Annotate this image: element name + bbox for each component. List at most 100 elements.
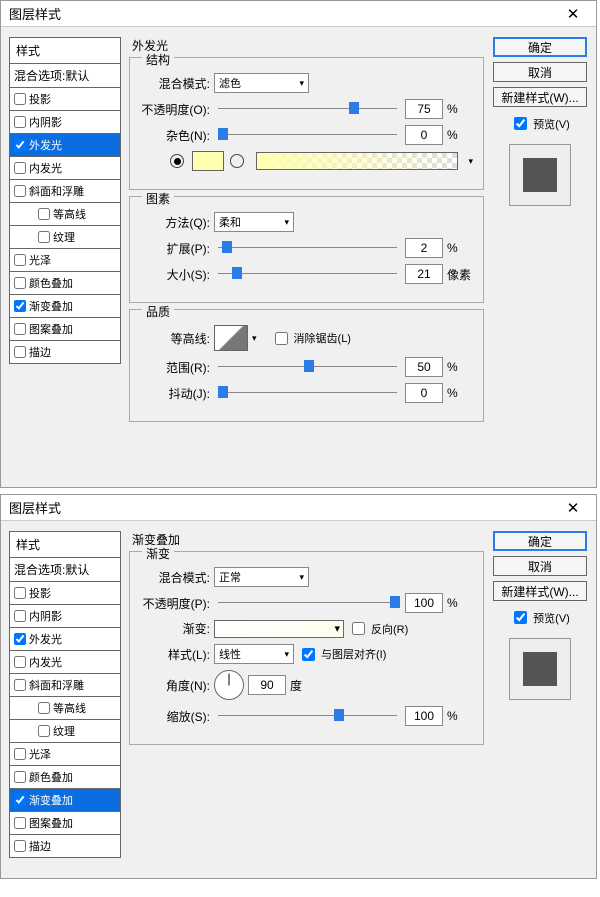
style-item-gradient-overlay[interactable]: 渐变叠加: [9, 295, 121, 318]
style-item-satin[interactable]: 光泽: [9, 249, 121, 272]
align-layer-checkbox[interactable]: 与图层对齐(I): [298, 645, 386, 664]
size-slider[interactable]: [218, 267, 397, 281]
checkbox[interactable]: [14, 679, 26, 691]
blend-options-default[interactable]: 混合选项:默认: [9, 558, 121, 582]
style-item-drop-shadow[interactable]: 投影: [9, 582, 121, 605]
style-item-pattern-overlay[interactable]: 图案叠加: [9, 318, 121, 341]
close-icon[interactable]: ✕: [558, 3, 588, 25]
blend-options-default[interactable]: 混合选项:默认: [9, 64, 121, 88]
checkbox[interactable]: [14, 771, 26, 783]
style-item-color-overlay[interactable]: 颜色叠加: [9, 766, 121, 789]
style-item-texture[interactable]: 纹理: [9, 226, 121, 249]
checkbox[interactable]: [14, 840, 26, 852]
checkbox[interactable]: [14, 93, 26, 105]
new-style-button[interactable]: 新建样式(W)...: [493, 87, 587, 107]
preview-thumbnail: [509, 638, 571, 700]
style-item-contour[interactable]: 等高线: [9, 697, 121, 720]
checkbox[interactable]: [14, 323, 26, 335]
noise-input[interactable]: 0: [405, 125, 443, 145]
checkbox[interactable]: [14, 748, 26, 760]
checkbox[interactable]: [14, 254, 26, 266]
gradient-preview[interactable]: [256, 152, 458, 170]
ok-button[interactable]: 确定: [493, 531, 587, 551]
range-input[interactable]: 50: [405, 357, 443, 377]
checkbox[interactable]: [14, 300, 26, 312]
blend-mode-select[interactable]: 正常▾: [214, 567, 309, 587]
style-item-stroke[interactable]: 描边: [9, 341, 121, 364]
style-item-contour[interactable]: 等高线: [9, 203, 121, 226]
style-item-texture[interactable]: 纹理: [9, 720, 121, 743]
solid-color-radio[interactable]: [170, 154, 184, 168]
style-item-bevel[interactable]: 斜面和浮雕: [9, 180, 121, 203]
checkbox[interactable]: [14, 116, 26, 128]
size-input[interactable]: 21: [405, 264, 443, 284]
preview-checkbox[interactable]: 预览(V): [510, 608, 570, 627]
opacity-input[interactable]: 100: [405, 593, 443, 613]
style-item-inner-glow[interactable]: 内发光: [9, 651, 121, 674]
style-select[interactable]: 线性▾: [214, 644, 294, 664]
checkbox[interactable]: [38, 208, 50, 220]
gradient-radio[interactable]: [230, 154, 244, 168]
style-item-pattern-overlay[interactable]: 图案叠加: [9, 812, 121, 835]
method-select[interactable]: 柔和▾: [214, 212, 294, 232]
checkbox[interactable]: [14, 346, 26, 358]
close-icon[interactable]: ✕: [558, 497, 588, 519]
checkbox[interactable]: [14, 139, 26, 151]
style-item-gradient-overlay[interactable]: 渐变叠加: [9, 789, 121, 812]
style-list-header[interactable]: 样式: [9, 531, 121, 558]
opacity-input[interactable]: 75: [405, 99, 443, 119]
style-item-satin[interactable]: 光泽: [9, 743, 121, 766]
checkbox[interactable]: [14, 817, 26, 829]
ok-button[interactable]: 确定: [493, 37, 587, 57]
style-item-inner-shadow[interactable]: 内阴影: [9, 111, 121, 134]
checkbox[interactable]: [14, 162, 26, 174]
checkbox[interactable]: [14, 185, 26, 197]
checkbox[interactable]: [38, 231, 50, 243]
style-list: 样式 混合选项:默认 投影 内阴影 外发光 内发光 斜面和浮雕 等高线 纹理 光…: [9, 37, 121, 364]
style-item-color-overlay[interactable]: 颜色叠加: [9, 272, 121, 295]
checkbox[interactable]: [14, 794, 26, 806]
spread-input[interactable]: 2: [405, 238, 443, 258]
chevron-down-icon[interactable]: ▾: [252, 333, 257, 344]
cancel-button[interactable]: 取消: [493, 556, 587, 576]
opacity-slider[interactable]: [218, 102, 397, 116]
jitter-input[interactable]: 0: [405, 383, 443, 403]
titlebar: 图层样式 ✕: [1, 495, 596, 521]
preview-checkbox[interactable]: 预览(V): [510, 114, 570, 133]
checkbox[interactable]: [14, 633, 26, 645]
spread-slider[interactable]: [218, 241, 397, 255]
reverse-checkbox[interactable]: 反向(R): [348, 619, 408, 638]
scale-slider[interactable]: [218, 709, 397, 723]
range-slider[interactable]: [218, 360, 397, 374]
style-item-outer-glow[interactable]: 外发光: [9, 628, 121, 651]
blend-mode-select[interactable]: 滤色▾: [214, 73, 309, 93]
style-item-stroke[interactable]: 描边: [9, 835, 121, 858]
anti-alias-checkbox[interactable]: 消除锯齿(L): [271, 329, 351, 348]
contour-picker[interactable]: [214, 325, 248, 351]
style-item-inner-shadow[interactable]: 内阴影: [9, 605, 121, 628]
style-item-bevel[interactable]: 斜面和浮雕: [9, 674, 121, 697]
angle-dial[interactable]: [214, 670, 244, 700]
cancel-button[interactable]: 取消: [493, 62, 587, 82]
chevron-down-icon[interactable]: ▾: [468, 156, 473, 167]
noise-slider[interactable]: [218, 128, 397, 142]
chevron-down-icon: ▾: [284, 649, 289, 660]
chevron-down-icon: ▾: [299, 572, 304, 583]
style-item-outer-glow[interactable]: 外发光: [9, 134, 121, 157]
checkbox[interactable]: [14, 656, 26, 668]
style-item-drop-shadow[interactable]: 投影: [9, 88, 121, 111]
jitter-slider[interactable]: [218, 386, 397, 400]
checkbox[interactable]: [38, 702, 50, 714]
gradient-picker[interactable]: ▾: [214, 620, 344, 638]
angle-input[interactable]: 90: [248, 675, 286, 695]
style-list-header[interactable]: 样式: [9, 37, 121, 64]
checkbox[interactable]: [14, 277, 26, 289]
scale-input[interactable]: 100: [405, 706, 443, 726]
style-item-inner-glow[interactable]: 内发光: [9, 157, 121, 180]
new-style-button[interactable]: 新建样式(W)...: [493, 581, 587, 601]
checkbox[interactable]: [38, 725, 50, 737]
checkbox[interactable]: [14, 610, 26, 622]
color-swatch[interactable]: [192, 151, 224, 171]
opacity-slider[interactable]: [218, 596, 397, 610]
checkbox[interactable]: [14, 587, 26, 599]
